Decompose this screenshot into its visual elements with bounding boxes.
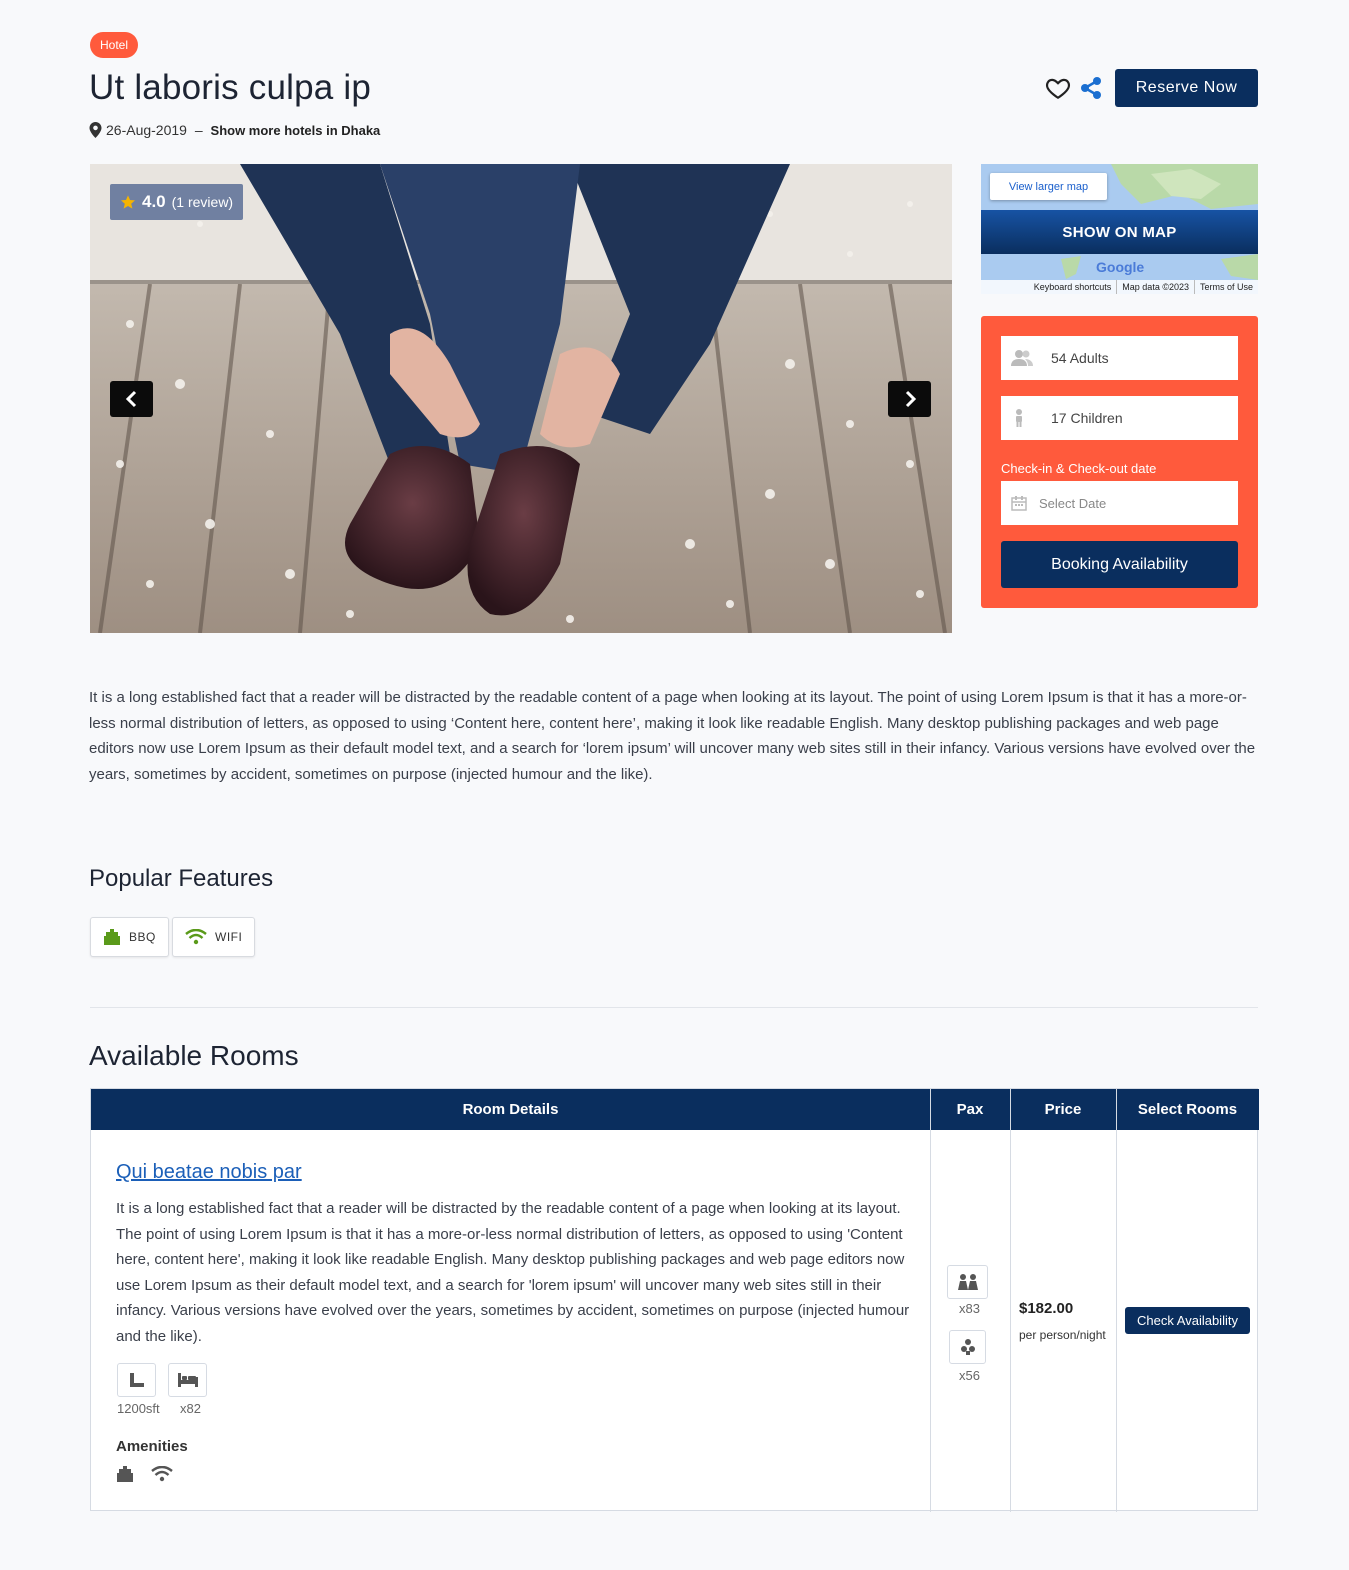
date-range-label: Check-in & Check-out date <box>1001 461 1157 476</box>
room-beds-box <box>168 1363 207 1397</box>
map-footer: Keyboard shortcuts Map data ©2023 Terms … <box>981 280 1258 294</box>
gallery-prev-button[interactable] <box>110 381 153 417</box>
photo-gallery: 4.0 (1 review) <box>90 164 952 633</box>
children-icon <box>960 1339 975 1355</box>
room-name-link[interactable]: Qui beatae nobis par <box>116 1161 302 1184</box>
price-unit: per person/night <box>1019 1328 1106 1342</box>
meta-line: 26-Aug-2019 – Show more hotels in Dhaka <box>89 122 380 138</box>
gallery-photo <box>90 164 952 633</box>
meta-separator: – <box>190 122 207 138</box>
room-description: It is a long established fact that a rea… <box>116 1200 910 1345</box>
column-divider <box>1116 1089 1117 1512</box>
view-larger-map-link[interactable]: View larger map <box>990 173 1107 200</box>
rating-review-count: (1 review) <box>171 194 234 210</box>
rating-score: 4.0 <box>142 192 166 211</box>
amenity-bbq-icon <box>116 1466 134 1487</box>
google-logo: Google <box>1096 259 1145 275</box>
children-value: 17 Children <box>1051 410 1123 426</box>
calendar-icon <box>1011 496 1027 511</box>
booking-availability-button[interactable]: Booking Availability <box>1001 541 1238 588</box>
area-icon <box>129 1373 144 1387</box>
pax-children-box <box>949 1330 986 1364</box>
column-header: Pax <box>956 1101 984 1118</box>
map-pin-icon <box>89 122 102 138</box>
adults-icon <box>957 1274 978 1290</box>
pax-adults-box <box>947 1265 988 1299</box>
map-data-text: Map data ©2023 <box>1116 280 1194 294</box>
favorite-heart-icon[interactable] <box>1045 75 1071 101</box>
child-icon <box>1016 409 1022 427</box>
bbq-icon <box>104 929 120 945</box>
column-header: Room Details <box>462 1101 559 1118</box>
star-icon <box>121 195 135 209</box>
booking-form: 54 Adults 17 Children Check-in & Check-o… <box>981 316 1258 608</box>
wifi-icon <box>185 929 207 945</box>
adults-field[interactable]: 54 Adults <box>1001 336 1238 380</box>
listing-date: 26-Aug-2019 <box>106 122 187 138</box>
chevron-right-icon <box>905 390 916 408</box>
amenity-wifi-icon <box>151 1465 173 1487</box>
amenities-label: Amenities <box>116 1438 188 1455</box>
section-divider <box>90 1007 1258 1008</box>
map-widget[interactable]: View larger map SHOW ON MAP Google Keybo… <box>981 164 1258 294</box>
page-title: Ut laboris culpa ip <box>89 68 371 107</box>
feature-chip-bbq: BBQ <box>90 917 169 957</box>
gallery-next-button[interactable] <box>888 381 931 417</box>
room-size-box <box>117 1363 156 1397</box>
adults-value: 54 Adults <box>1051 350 1109 366</box>
bed-icon <box>177 1373 198 1387</box>
location-link[interactable]: Show more hotels in Dhaka <box>211 123 381 138</box>
column-header: Select Rooms <box>1137 1101 1238 1118</box>
feature-label: BBQ <box>129 930 156 944</box>
room-size: 1200sft <box>117 1401 160 1416</box>
chevron-left-icon <box>125 390 136 408</box>
category-badge: Hotel <box>90 32 139 58</box>
pax-adults: x83 <box>959 1301 980 1316</box>
show-on-map-button[interactable]: SHOW ON MAP <box>981 210 1258 254</box>
children-field[interactable]: 17 Children <box>1001 396 1238 440</box>
keyboard-shortcuts-link[interactable]: Keyboard shortcuts <box>1029 280 1117 294</box>
date-range-field[interactable]: Select Date <box>1001 481 1238 525</box>
rating-badge: 4.0 (1 review) <box>110 184 244 220</box>
column-divider <box>1010 1089 1011 1512</box>
share-icon[interactable] <box>1079 76 1103 100</box>
room-price: $182.00 <box>1019 1300 1074 1317</box>
room-beds: x82 <box>180 1401 201 1416</box>
date-placeholder: Select Date <box>1039 495 1107 511</box>
users-icon <box>1011 350 1033 366</box>
hotel-description: It is a long established fact that a rea… <box>89 689 1256 783</box>
rooms-table: Room Details Pax Price Select Rooms Qui … <box>90 1088 1259 1512</box>
column-header: Price <box>1044 1101 1082 1118</box>
feature-chip-wifi: WIFI <box>172 917 256 957</box>
available-rooms-heading: Available Rooms <box>89 1040 299 1071</box>
reserve-now-button[interactable]: Reserve Now <box>1115 69 1258 107</box>
terms-of-use-link[interactable]: Terms of Use <box>1193 280 1258 294</box>
check-availability-button[interactable]: Check Availability <box>1125 1307 1250 1334</box>
pax-children: x56 <box>959 1368 980 1383</box>
feature-label: WIFI <box>215 930 243 944</box>
column-divider <box>930 1089 931 1512</box>
popular-features-heading: Popular Features <box>89 865 274 892</box>
